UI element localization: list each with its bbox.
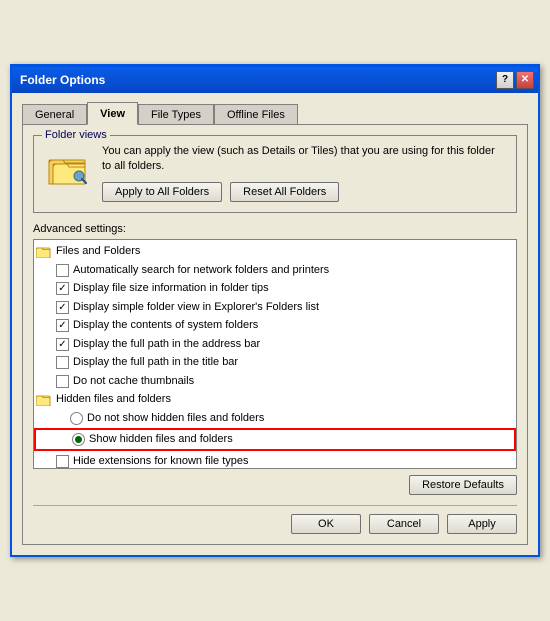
restore-defaults-button[interactable]: Restore Defaults: [409, 475, 517, 495]
list-item[interactable]: Display the full path in the title bar: [34, 353, 516, 372]
item-label: Display file size information in folder …: [73, 280, 269, 297]
checkbox-icon[interactable]: [56, 264, 69, 277]
item-label: Files and Folders: [56, 243, 140, 260]
checkbox-icon[interactable]: [56, 356, 69, 369]
dialog-title: Folder Options: [20, 73, 105, 87]
tab-view[interactable]: View: [87, 102, 138, 125]
help-button[interactable]: ?: [496, 71, 514, 89]
item-label: Display the contents of system folders: [73, 317, 258, 334]
item-label: Show hidden files and folders: [89, 431, 233, 448]
folder-views-right: You can apply the view (such as Details …: [102, 144, 506, 203]
folder-views-inner: You can apply the view (such as Details …: [44, 144, 506, 203]
list-item[interactable]: ✓ Display the full path in the address b…: [34, 335, 516, 354]
folder-views-group: Folder views: [33, 135, 517, 214]
radio-icon-checked[interactable]: [72, 433, 85, 446]
item-label: Hide extensions for known file types: [73, 453, 248, 470]
restore-defaults-row: Restore Defaults: [33, 475, 517, 495]
item-label: Automatically search for network folders…: [73, 262, 329, 279]
ok-button[interactable]: OK: [291, 514, 361, 534]
list-item[interactable]: Do not show hidden files and folders: [34, 409, 516, 428]
tab-offline-files[interactable]: Offline Files: [214, 104, 298, 125]
list-item[interactable]: ✓ Display simple folder view in Explorer…: [34, 298, 516, 317]
item-label: Do not show hidden files and folders: [87, 410, 264, 427]
tab-general[interactable]: General: [22, 104, 87, 125]
checkbox-icon[interactable]: [56, 455, 69, 468]
advanced-settings-list[interactable]: Files and Folders Automatically search f…: [33, 239, 517, 469]
checkbox-icon[interactable]: ✓: [56, 301, 69, 314]
radio-icon[interactable]: [70, 412, 83, 425]
title-bar: Folder Options ? ✕: [12, 67, 538, 93]
list-item[interactable]: Hide extensions for known file types: [34, 452, 516, 470]
settings-container: Files and Folders Automatically search f…: [33, 239, 517, 469]
close-button[interactable]: ✕: [516, 71, 534, 89]
folder-icon: [44, 148, 92, 188]
tab-bar: General View File Types Offline Files: [22, 101, 528, 124]
list-item[interactable]: ✓ Display file size information in folde…: [34, 279, 516, 298]
checkbox-icon[interactable]: ✓: [56, 282, 69, 295]
checkbox-icon[interactable]: ✓: [56, 319, 69, 332]
dialog-content: General View File Types Offline Files Fo…: [12, 93, 538, 556]
apply-button[interactable]: Apply: [447, 514, 517, 534]
title-bar-buttons: ? ✕: [496, 71, 534, 89]
advanced-settings-label: Advanced settings:: [33, 223, 517, 235]
item-label: Display simple folder view in Explorer's…: [73, 299, 319, 316]
tab-file-types[interactable]: File Types: [138, 104, 214, 125]
item-label: Display the full path in the address bar: [73, 336, 260, 353]
tab-content-view: Folder views: [22, 124, 528, 546]
list-item[interactable]: Do not cache thumbnails: [34, 372, 516, 391]
list-item: Hidden files and folders: [34, 390, 516, 409]
folder-options-dialog: Folder Options ? ✕ General View File Typ…: [10, 64, 540, 558]
reset-all-folders-button[interactable]: Reset All Folders: [230, 182, 339, 202]
cancel-button[interactable]: Cancel: [369, 514, 439, 534]
folder-views-label: Folder views: [42, 129, 110, 141]
checkbox-icon[interactable]: [56, 375, 69, 388]
list-item: Files and Folders: [34, 242, 516, 261]
folder-views-desc: You can apply the view (such as Details …: [102, 144, 506, 175]
item-label: Do not cache thumbnails: [73, 373, 194, 390]
list-item[interactable]: ✓ Display the contents of system folders: [34, 316, 516, 335]
folder-views-buttons: Apply to All Folders Reset All Folders: [102, 182, 506, 202]
apply-to-all-folders-button[interactable]: Apply to All Folders: [102, 182, 222, 202]
checkbox-icon[interactable]: ✓: [56, 338, 69, 351]
list-item-show-hidden[interactable]: Show hidden files and folders: [34, 428, 516, 451]
item-label: Hidden files and folders: [56, 391, 171, 408]
item-label: Display the full path in the title bar: [73, 354, 238, 371]
bottom-buttons: OK Cancel Apply: [33, 505, 517, 534]
list-item[interactable]: Automatically search for network folders…: [34, 261, 516, 280]
